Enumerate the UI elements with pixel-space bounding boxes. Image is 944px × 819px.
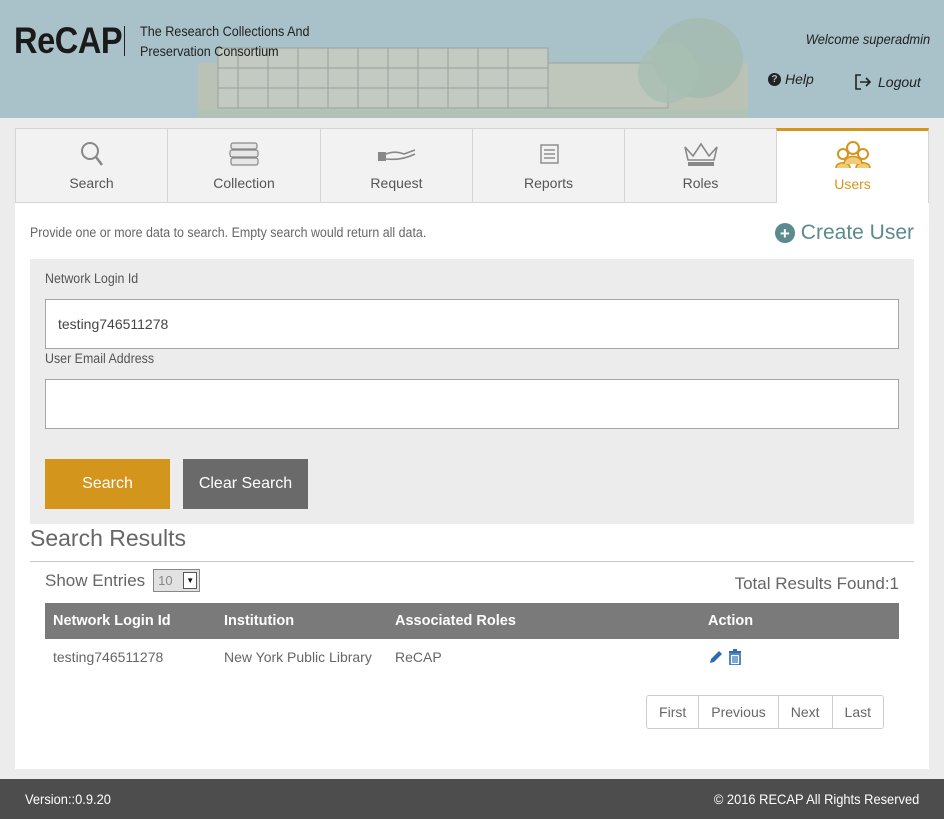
column-header: Network Login Id [53, 613, 171, 629]
tagline: The Research Collections And Preservatio… [140, 21, 320, 61]
tab-roles[interactable]: Roles [624, 128, 776, 203]
main-nav-tabs: Search Collection Request Reports Roles … [15, 128, 929, 203]
pager-next[interactable]: Next [778, 696, 833, 728]
clear-search-button[interactable]: Clear Search [183, 459, 308, 509]
column-header: Associated Roles [395, 613, 516, 629]
show-entries: Show Entries 10 ▼ [45, 569, 201, 592]
results-table: Network Login Id Institution Associated … [45, 603, 899, 675]
cell-roles: ReCAP [395, 649, 442, 665]
tab-label: Collection [213, 175, 275, 191]
copyright-text: © 2016 RECAP All Rights Reserved [713, 791, 919, 807]
email-input[interactable] [45, 379, 899, 429]
logout-link[interactable]: Logout [853, 72, 921, 92]
tab-label: Request [370, 175, 423, 191]
report-icon [539, 144, 559, 164]
tab-search[interactable]: Search [15, 128, 167, 203]
cell-institution: New York Public Library [224, 649, 372, 665]
delete-trash-icon[interactable] [728, 649, 742, 665]
search-form: Network Login Id testing746511278 User E… [30, 259, 914, 524]
network-login-input[interactable]: testing746511278 [45, 299, 899, 349]
edit-pencil-icon[interactable] [708, 649, 724, 665]
search-hint: Provide one or more data to search. Empt… [30, 225, 427, 240]
tagline-line2: Preservation Consortium [140, 43, 279, 59]
search-icon [80, 142, 103, 166]
divider [30, 561, 914, 562]
users-icon [834, 141, 871, 169]
pager-previous[interactable]: Previous [699, 696, 779, 728]
pager-first[interactable]: First [647, 696, 700, 728]
logo-divider [124, 26, 125, 56]
column-header: Institution [224, 613, 295, 629]
help-link[interactable]: ? Help [768, 71, 814, 87]
email-label: User Email Address [45, 351, 155, 366]
show-entries-label: Show Entries [45, 570, 146, 590]
footer: Version::0.9.20 © 2016 RECAP All Rights … [0, 779, 944, 819]
tagline-line1: The Research Collections And [140, 23, 310, 39]
create-user-label: Create User [800, 221, 914, 244]
version-text: Version::0.9.20 [25, 791, 111, 807]
help-label: Help [785, 71, 814, 87]
network-login-label: Network Login Id [45, 271, 139, 286]
tab-label: Users [834, 176, 871, 192]
entries-select[interactable]: 10 ▼ [153, 569, 201, 592]
results-title: Search Results [30, 525, 186, 551]
tab-label: Roles [682, 175, 719, 191]
plus-circle-icon: + [774, 223, 795, 243]
logout-label: Logout [878, 74, 921, 90]
cell-login: testing746511278 [53, 649, 164, 665]
logout-icon [855, 74, 872, 90]
table-row: testing746511278 New York Public Library… [45, 639, 899, 675]
books-icon [229, 142, 259, 166]
crown-icon [683, 142, 718, 166]
total-results: Total Results Found:1 [734, 574, 899, 593]
column-header: Action [708, 613, 754, 629]
cell-actions [700, 649, 899, 665]
create-user-button[interactable]: + Create User [774, 221, 914, 245]
tab-collection[interactable]: Collection [167, 128, 320, 203]
table-header: Network Login Id Institution Associated … [45, 603, 899, 639]
entries-value: 10 [158, 573, 173, 588]
tab-users[interactable]: Users [776, 128, 929, 203]
welcome-text: Welcome superadmin [805, 31, 930, 47]
search-button[interactable]: Search [45, 459, 170, 509]
hand-book-icon [377, 149, 415, 161]
tab-request[interactable]: Request [320, 128, 472, 203]
dropdown-arrow-icon: ▼ [183, 572, 198, 589]
tab-reports[interactable]: Reports [472, 128, 624, 203]
tab-label: Reports [523, 175, 574, 191]
recap-logo[interactable]: ReCAP [14, 20, 123, 62]
pager-last[interactable]: Last [832, 696, 883, 728]
header: ReCAP The Research Collections And Prese… [0, 0, 944, 118]
users-panel: Provide one or more data to search. Empt… [15, 203, 929, 769]
tab-label: Search [69, 175, 114, 191]
pagination: First Previous Next Last [646, 695, 884, 729]
question-circle-icon: ? [768, 72, 781, 86]
